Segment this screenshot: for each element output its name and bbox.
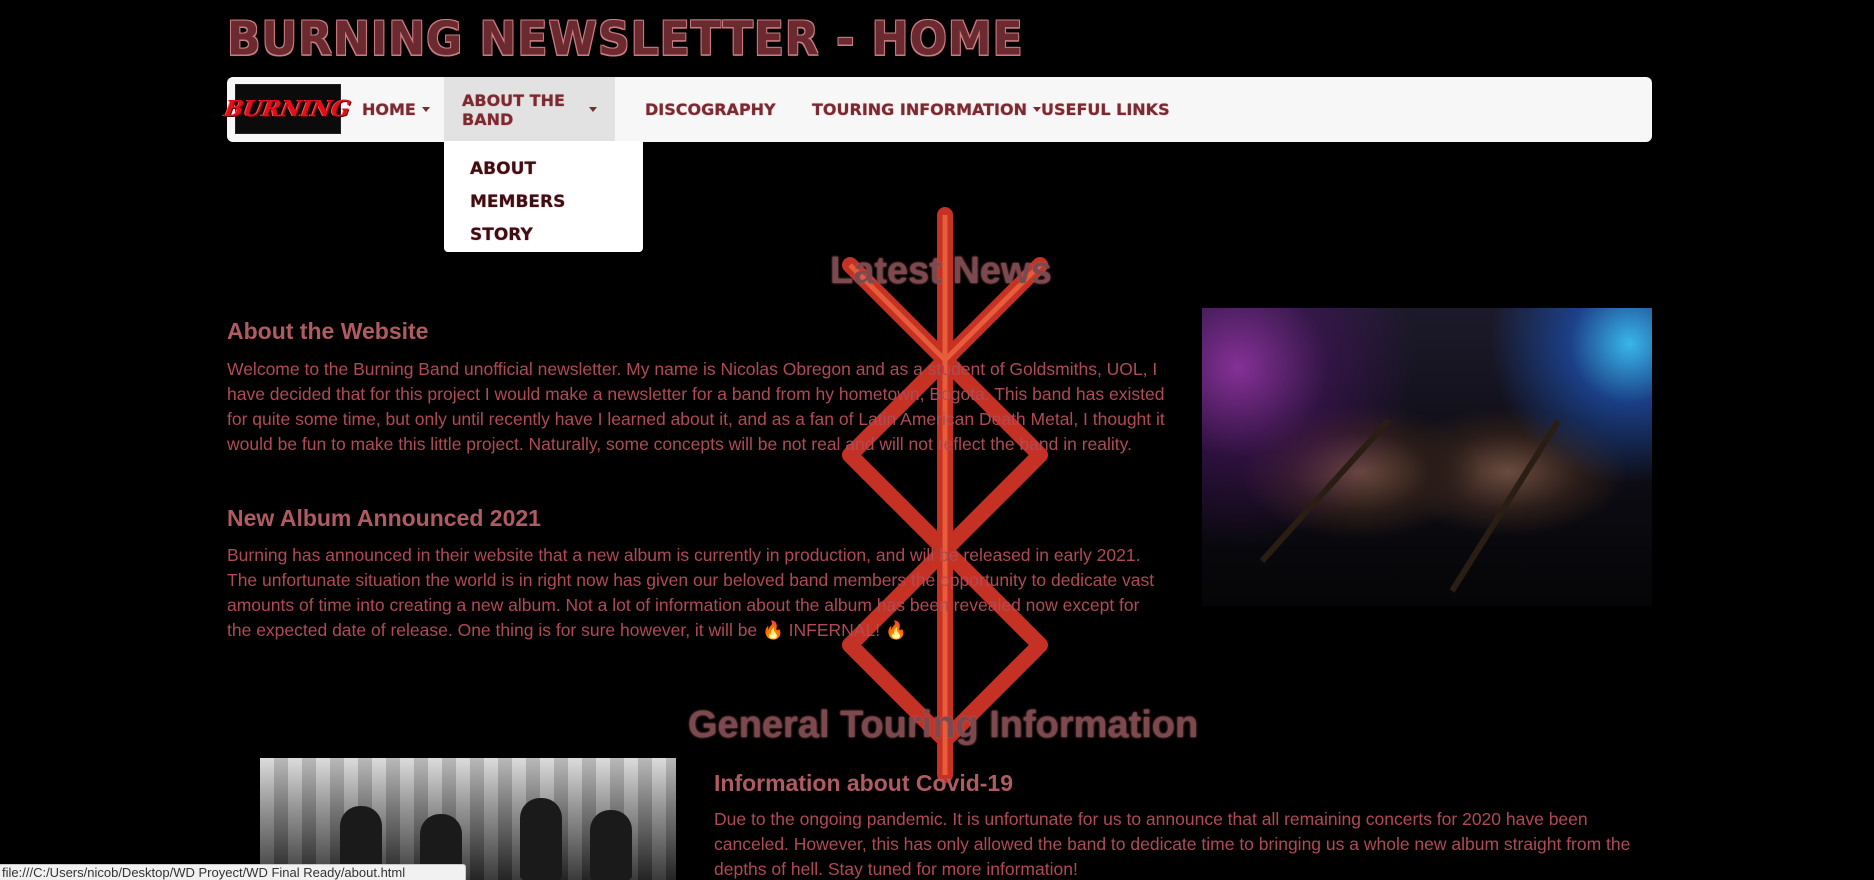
nav-touring-information-label: TOURING INFORMATION [812,100,1027,119]
touring-title: General Touring Information [688,704,1199,746]
nav-home-label: HOME [362,100,416,119]
brand-logo-text: BURNING [223,96,353,122]
dropdown-item-story[interactable]: STORY [444,219,643,252]
article-title: About the Website [227,318,429,344]
dropdown-item-members[interactable]: MEMBERS [444,186,643,219]
about-dropdown-menu: ABOUT MEMBERS STORY [444,141,643,252]
chevron-down-icon [589,107,597,112]
band-live-photo [1202,308,1652,606]
nav-touring-information[interactable]: TOURING INFORMATION [794,77,1059,142]
band-group-photo [260,758,676,880]
nav-discography-label: DISCOGRAPHY [645,100,776,119]
nav-discography[interactable]: DISCOGRAPHY [627,77,794,142]
navbar: BURNING HOME ABOUT THE BAND DISCOGRAPHY … [223,77,1652,142]
page: BURNING NEWSLETTER - HOME BURNING HOME A… [0,0,1874,880]
nav-about-the-band-label: ABOUT THE BAND [462,90,565,129]
brand-logo[interactable]: BURNING [223,84,353,134]
nav-home[interactable]: HOME [344,77,448,142]
nav-about-the-band[interactable]: ABOUT THE BAND [444,77,615,142]
nav-useful-links-label: USEFUL LINKS [1041,100,1170,119]
article-body: Due to the ongoing pandemic. It is unfor… [714,809,1631,879]
dropdown-item-about[interactable]: ABOUT [444,153,643,186]
article-title: New Album Announced 2021 [227,505,541,531]
chevron-down-icon [421,107,430,112]
status-bar-url: file:///C:/Users/nicob/Desktop/WD Proyec… [0,864,466,880]
nav-useful-links[interactable]: USEFUL LINKS [1023,77,1188,142]
article-body: Welcome to the Burning Band unofficial n… [227,359,1165,454]
article-title: Information about Covid-19 [714,770,1013,796]
article-body: Burning has announced in their website t… [227,545,1155,640]
site-title: BURNING NEWSLETTER - HOME [227,12,1024,67]
latest-news-title: Latest News [830,250,1052,292]
